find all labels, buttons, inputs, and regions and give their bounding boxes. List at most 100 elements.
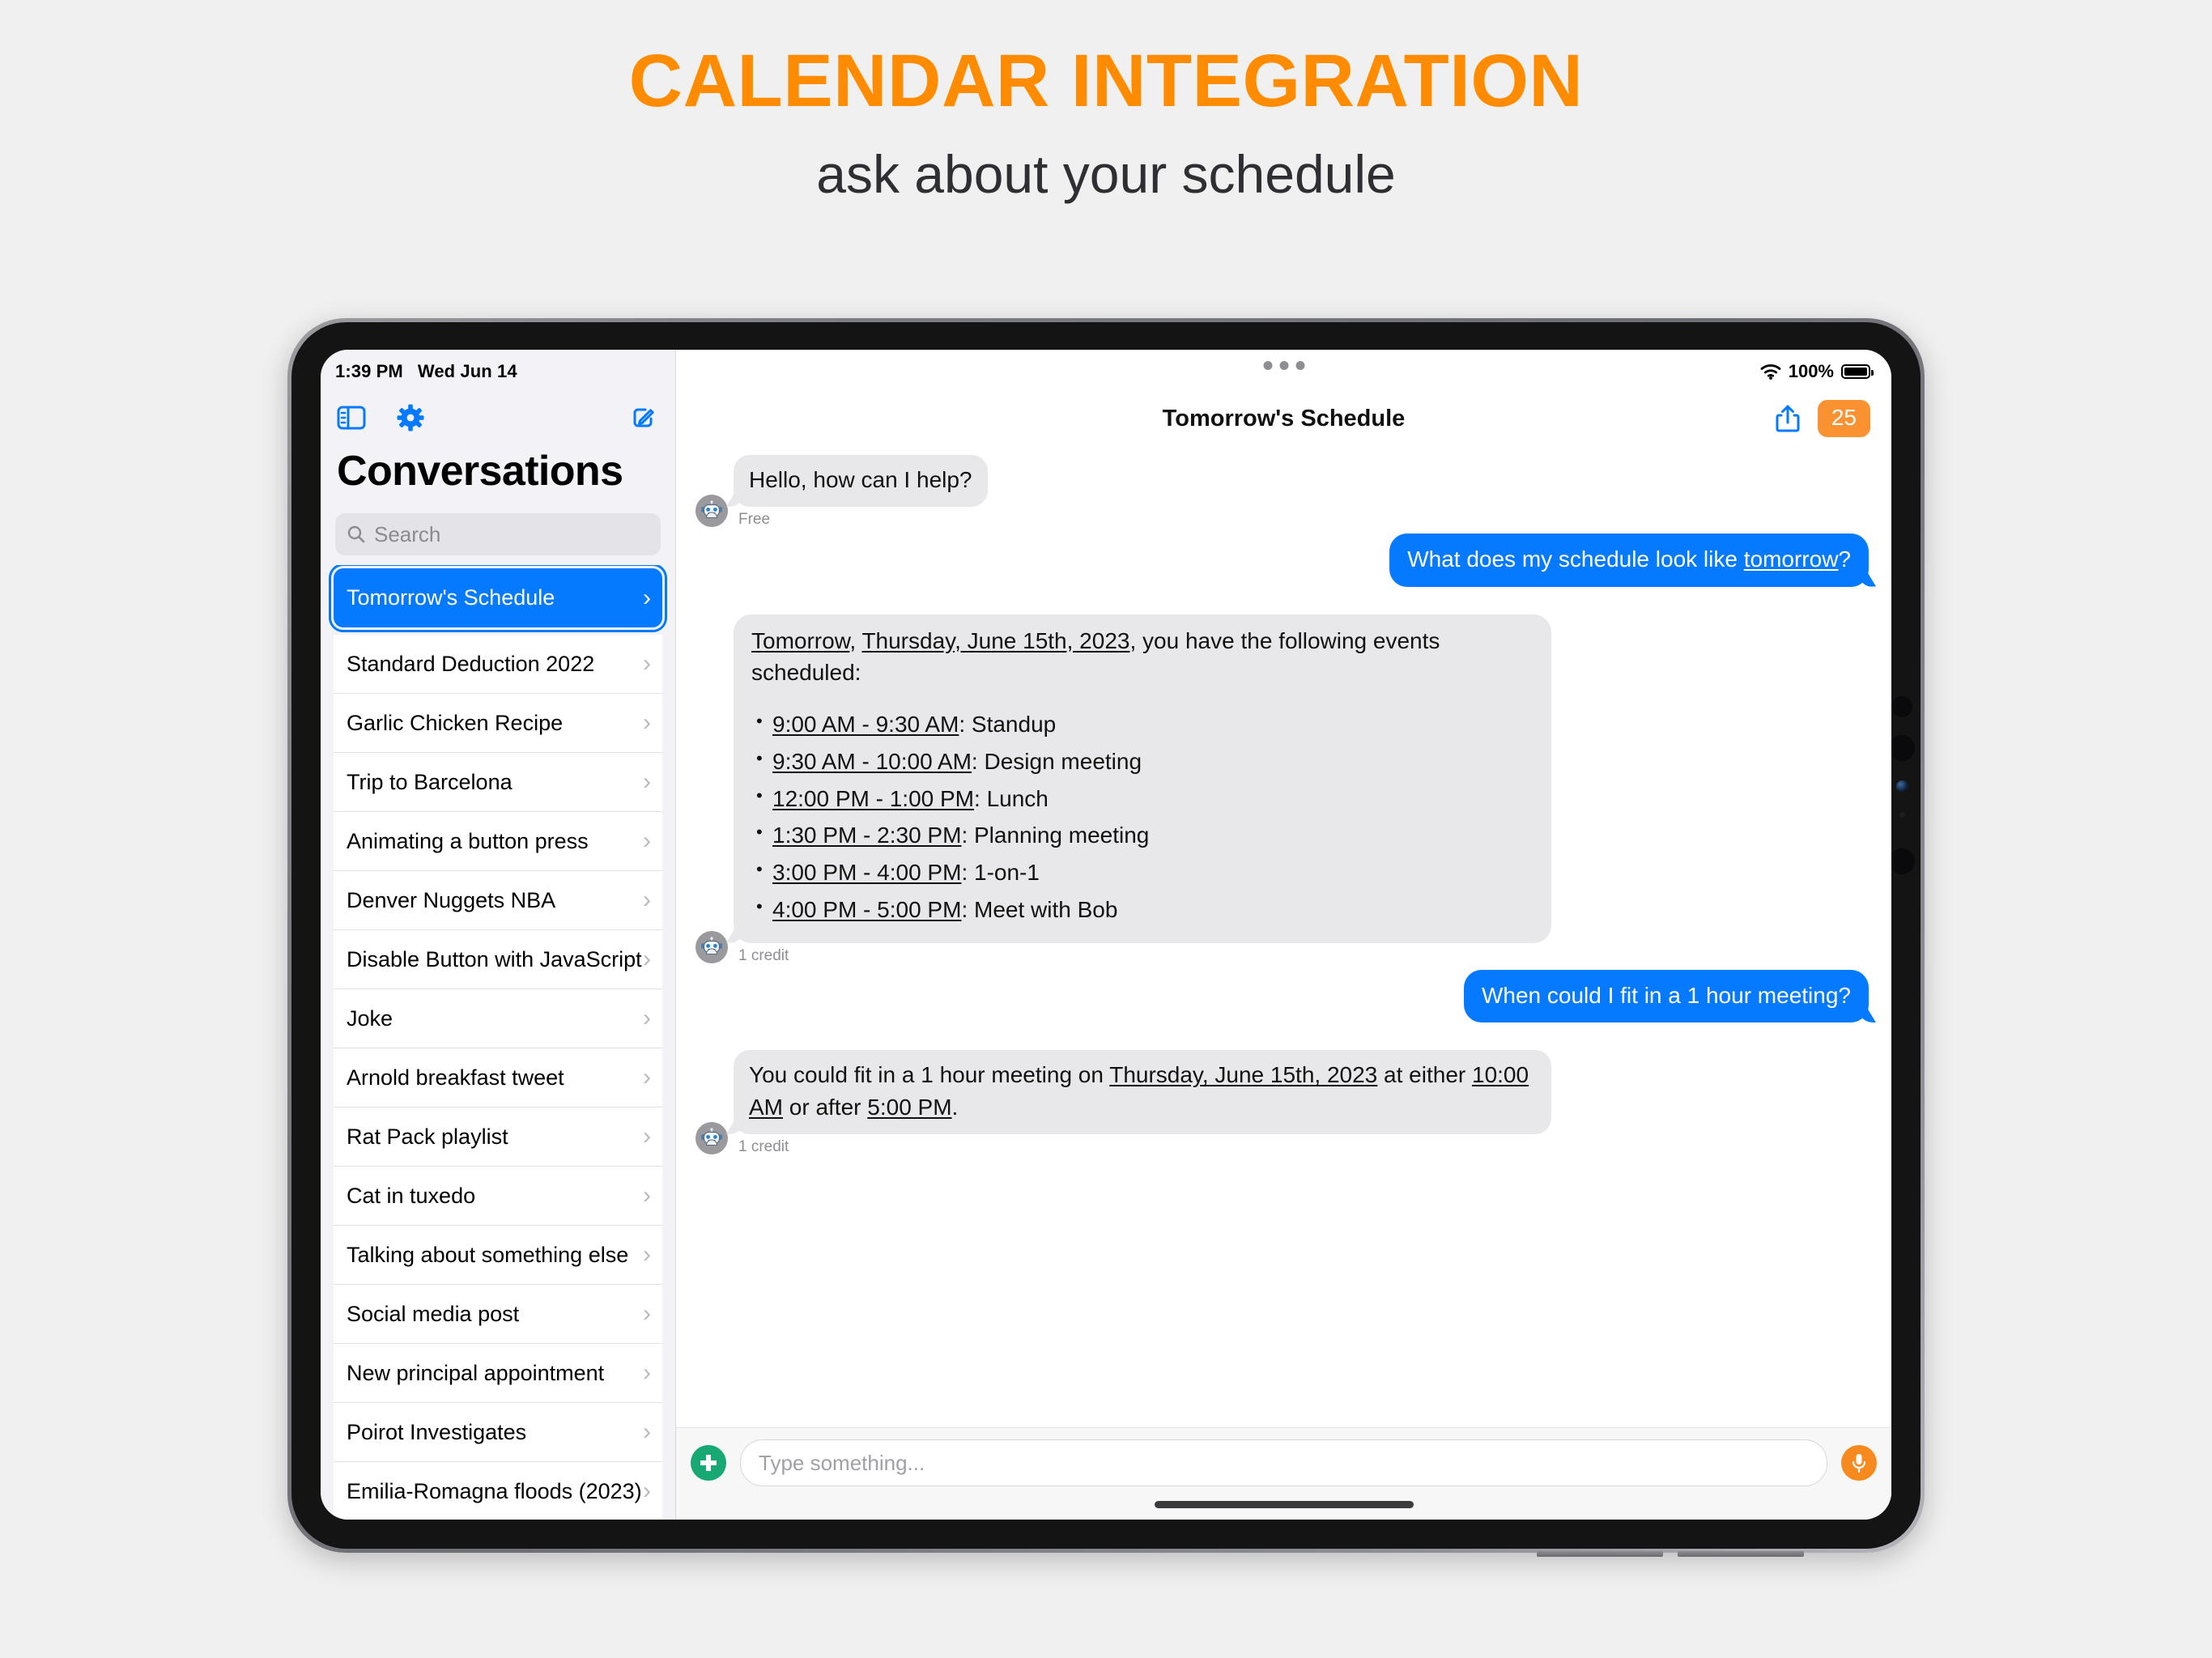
message-list: Hello, how can I help? Free What does my s… (676, 449, 1891, 1427)
chevron-right-icon: › (643, 1300, 651, 1327)
speaker-grille (1537, 1551, 1804, 1557)
robot-avatar-icon (696, 494, 728, 527)
chevron-right-icon: › (643, 650, 651, 677)
credits-badge[interactable]: 25 (1817, 400, 1870, 437)
chevron-right-icon: › (643, 827, 651, 854)
conversation-list-item[interactable]: Arnold breakfast tweet › (334, 1048, 662, 1107)
conversation-item-label: Joke (347, 1005, 393, 1031)
conversation-item-label: Disable Button with JavaScript (347, 946, 642, 971)
schedule-event-list: 9:00 AM - 9:30 AM: Standup9:30 AM - 10:0… (751, 707, 1534, 929)
conversation-list-item[interactable]: Trip to Barcelona › (334, 753, 662, 812)
message-row: Hello, how can I help? Free (696, 455, 1869, 529)
robot-avatar-icon (696, 930, 728, 963)
gear-icon[interactable] (397, 404, 424, 432)
assistant-message-bubble: Tomorrow, Thursday, June 15th, 2023, you… (734, 614, 1551, 943)
search-placeholder: Search (374, 521, 441, 546)
highlighted-entity[interactable]: Thursday, June 15th, 2023 (861, 628, 1129, 653)
conversation-list-item[interactable]: New principal appointment › (334, 1344, 662, 1403)
conversation-list-item[interactable]: Cat in tuxedo › (334, 1167, 662, 1226)
highlighted-entity[interactable]: 1:30 PM - 2:30 PM (772, 823, 961, 848)
device-bezel: 1:39 PM Wed Jun 14 Conversations Search … (291, 322, 1921, 1557)
microphone-icon[interactable] (1841, 1445, 1877, 1481)
conversation-list-item[interactable]: Emilia-Romagna floods (2023) › (334, 1462, 662, 1520)
chevron-right-icon: › (643, 1005, 651, 1031)
schedule-event-item: 12:00 PM - 1:00 PM: Lunch (756, 781, 1534, 818)
conversation-item-label: Talking about something else (347, 1242, 629, 1267)
composer-bar: Type something... (676, 1427, 1891, 1520)
conversation-list-item[interactable]: Poirot Investigates › (334, 1403, 662, 1462)
conversation-list-item[interactable]: Denver Nuggets NBA › (334, 871, 662, 930)
conversation-list-item[interactable]: Rat Pack playlist › (334, 1107, 662, 1167)
plus-circle-icon[interactable] (691, 1445, 726, 1481)
search-icon (347, 525, 366, 544)
highlighted-entity[interactable]: Tomorrow (751, 628, 849, 653)
conversation-list-item[interactable]: Tomorrow's Schedule › (329, 565, 667, 632)
message-row: Tomorrow, Thursday, June 15th, 2023, you… (696, 614, 1869, 965)
schedule-event-item: 1:30 PM - 2:30 PM: Planning meeting (756, 818, 1534, 855)
chat-header: Tomorrow's Schedule 25 (676, 389, 1891, 449)
multitask-dots-icon[interactable] (1263, 361, 1304, 370)
conversation-list-item[interactable]: Social media post › (334, 1285, 662, 1344)
conversation-item-label: Emilia-Romagna floods (2023) (347, 1478, 642, 1503)
robot-avatar-icon (696, 1121, 728, 1154)
conversation-list-item[interactable]: Talking about something else › (334, 1226, 662, 1285)
message-input[interactable]: Type something... (740, 1439, 1827, 1486)
highlighted-entity[interactable]: 12:00 PM - 1:00 PM (772, 786, 974, 811)
schedule-event-item: 9:00 AM - 9:30 AM: Standup (756, 707, 1534, 744)
conversation-list-item[interactable]: Standard Deduction 2022 › (334, 635, 662, 694)
conversation-item-label: Social media post (347, 1301, 520, 1326)
home-indicator[interactable] (1154, 1501, 1414, 1508)
highlighted-entity[interactable]: tomorrow (1744, 546, 1839, 572)
promo-header: CALENDAR INTEGRATION ask about your sche… (0, 0, 2212, 203)
search-input[interactable]: Search (335, 513, 661, 555)
conversation-item-label: Poirot Investigates (347, 1419, 527, 1444)
chevron-right-icon: › (643, 1182, 651, 1209)
conversation-list-item[interactable]: Disable Button with JavaScript › (334, 930, 662, 989)
message-column: Tomorrow, Thursday, June 15th, 2023, you… (734, 614, 1551, 965)
conversation-item-label: New principal appointment (347, 1360, 605, 1385)
highlighted-entity[interactable]: Thursday, June 15th, 2023 (1109, 1062, 1377, 1087)
chevron-right-icon: › (643, 1359, 651, 1386)
chat-title: Tomorrow's Schedule (1162, 405, 1406, 432)
share-icon[interactable] (1776, 404, 1800, 433)
composer: Type something... (691, 1439, 1877, 1486)
message-column: When could I fit in a 1 hour meeting? (1463, 969, 1869, 1046)
highlighted-entity[interactable]: 3:00 PM - 4:00 PM (772, 860, 961, 885)
conversation-item-label: Cat in tuxedo (347, 1183, 476, 1208)
schedule-intro: Tomorrow, Thursday, June 15th, 2023, you… (751, 627, 1440, 686)
conversation-item-label: Trip to Barcelona (347, 769, 513, 794)
conversation-list[interactable]: Tomorrow's Schedule › Standard Deduction 2… (321, 565, 675, 1520)
assistant-message-bubble: You could fit in a 1 hour meeting on Thu… (734, 1050, 1551, 1134)
camera-lens-icon (1889, 848, 1915, 874)
conversation-list-item[interactable]: Animating a button press › (334, 812, 662, 871)
sidebar-toggle-icon[interactable] (337, 406, 366, 430)
message-row: You could fit in a 1 hour meeting on Thu… (696, 1050, 1869, 1156)
status-time: 1:39 PM (335, 361, 403, 381)
chevron-right-icon: › (643, 709, 651, 736)
schedule-event-item: 9:30 AM - 10:00 AM: Design meeting (756, 744, 1534, 781)
message-meta-label: 1 credit (738, 946, 789, 964)
conversation-item-label: Arnold breakfast tweet (347, 1065, 564, 1090)
message-column: You could fit in a 1 hour meeting on Thu… (734, 1050, 1551, 1156)
highlighted-entity[interactable]: 4:00 PM - 5:00 PM (772, 897, 961, 922)
assistant-message-bubble: Hello, how can I help? (734, 455, 988, 507)
chevron-right-icon: › (643, 1064, 651, 1090)
promo-subtitle: ask about your schedule (816, 143, 1396, 204)
chevron-right-icon: › (643, 946, 651, 972)
compose-icon[interactable] (630, 405, 656, 431)
status-date: Wed Jun 14 (417, 361, 517, 381)
schedule-event-item: 4:00 PM - 5:00 PM: Meet with Bob (756, 892, 1534, 929)
highlighted-entity[interactable]: 9:00 AM - 9:30 AM (772, 712, 959, 737)
highlighted-entity[interactable]: 5:00 PM (867, 1095, 951, 1120)
conversation-list-item[interactable]: Garlic Chicken Recipe › (334, 694, 662, 753)
highlighted-entity[interactable]: 9:30 AM - 10:00 AM (772, 749, 972, 774)
message-input-placeholder: Type something... (759, 1450, 925, 1475)
conversation-list-item[interactable]: Joke › (334, 989, 662, 1048)
chat-header-actions: 25 (1776, 400, 1870, 437)
page-title: Conversations (337, 448, 623, 495)
status-indicators: 100% (1760, 361, 1874, 382)
status-bar-right: 100% (676, 350, 1891, 389)
ipad-device-frame: 1:39 PM Wed Jun 14 Conversations Search … (287, 318, 1925, 1557)
